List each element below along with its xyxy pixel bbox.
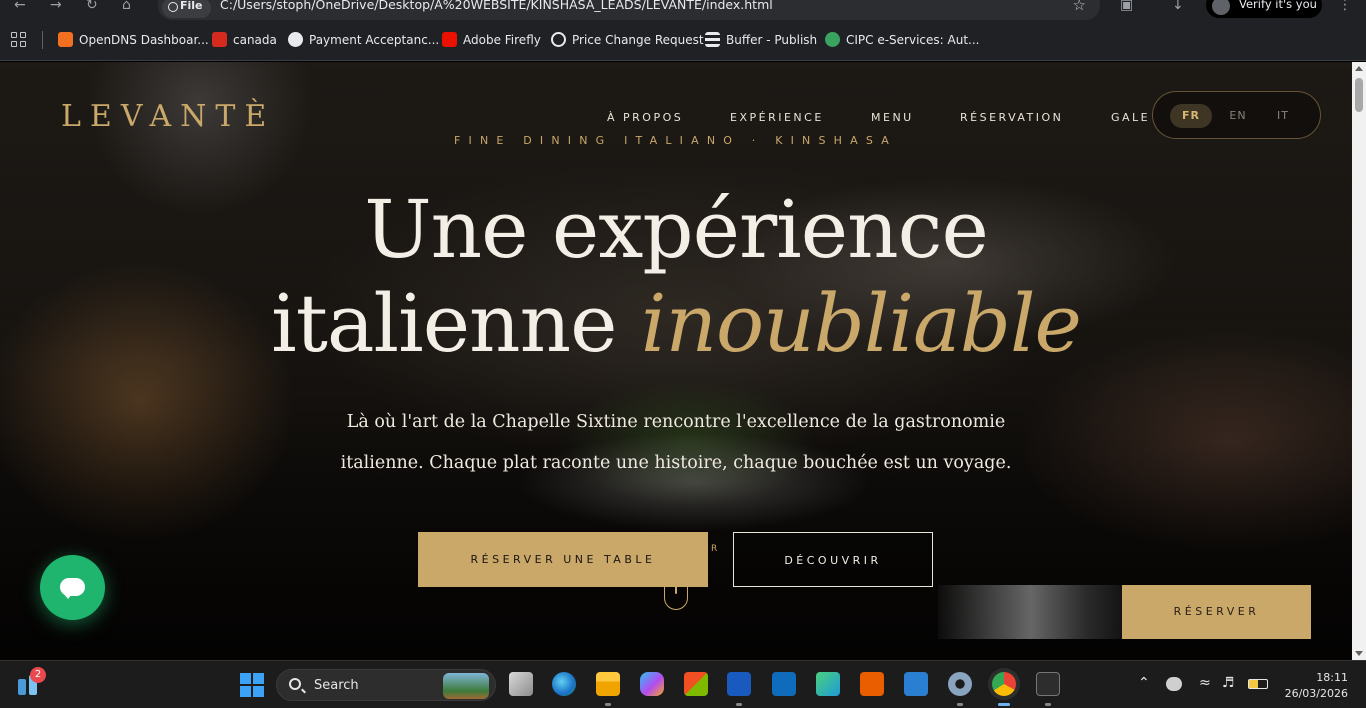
cipc-icon (825, 32, 840, 47)
adobe-firefly-icon (442, 32, 457, 47)
battery-icon[interactable] (1248, 679, 1268, 689)
bookmark-price-change[interactable]: Price Change Request (551, 32, 704, 49)
ghost-button-letter: R (711, 544, 718, 554)
bookmark-payment[interactable]: Payment Acceptanc... (288, 32, 439, 49)
page-scrollbar[interactable] (1352, 62, 1366, 660)
scroll-up-arrow-icon[interactable] (1355, 66, 1363, 71)
discover-button[interactable]: DÉCOUVRIR (733, 532, 933, 587)
profile-chip[interactable]: Verify it's you (1206, 0, 1322, 18)
forward-arrow-icon[interactable]: → (50, 0, 62, 14)
nav-link-menu[interactable]: MENU (871, 111, 914, 125)
sticky-bar-gradient (938, 585, 1124, 639)
hero-lead-line-1: Là où l'art de la Chapelle Sixtine renco… (346, 412, 1006, 432)
task-view-icon[interactable] (509, 672, 533, 696)
settings-running-indicator (957, 703, 963, 706)
file-explorer-running-indicator (605, 703, 611, 706)
nav-link-a-propos[interactable]: À PROPOS (607, 111, 683, 125)
taskbar-search-label: Search (314, 678, 359, 693)
home-icon[interactable]: ⌂ (122, 0, 131, 14)
bookmark-buffer[interactable]: Buffer - Publish (705, 32, 817, 49)
chat-bubble-icon[interactable] (40, 555, 105, 620)
bookmark-star-icon[interactable]: ☆ (1073, 0, 1086, 13)
bookmarks-separator (42, 31, 43, 49)
buffer-stack-icon (705, 32, 720, 47)
bookmark-opendns[interactable]: OpenDNS Dashboar... (58, 32, 209, 49)
remote-desktop-icon[interactable] (904, 672, 928, 696)
nav-link-galerie[interactable]: GALE (1111, 111, 1150, 125)
clock-time[interactable]: 18:11 (1310, 671, 1348, 684)
terminal-running-indicator (1045, 703, 1051, 706)
copilot-icon[interactable] (640, 672, 664, 696)
hero-title-plain: italienne (271, 277, 641, 370)
ring-icon (551, 32, 566, 47)
search-highlight-image (443, 673, 489, 699)
office-icon[interactable] (860, 672, 884, 696)
profile-avatar (1212, 0, 1230, 15)
address-bar[interactable]: File C:/Users/stoph/OneDrive/Desktop/A%2… (158, 0, 1100, 20)
nav-link-experience[interactable]: EXPÉRIENCE (730, 111, 824, 125)
microsoft-store-icon[interactable] (684, 672, 708, 696)
site-logo[interactable]: LEVANTÈ (61, 98, 275, 136)
site-info-chip[interactable]: File (162, 0, 211, 18)
onedrive-error-icon[interactable] (1166, 677, 1182, 691)
more-menu-icon[interactable]: ⋮ (1338, 0, 1352, 14)
clock-date[interactable]: 26/03/2026 (1283, 687, 1348, 700)
hero-title-accent: inoubliable (640, 277, 1082, 370)
taskbar-search[interactable]: Search (276, 669, 496, 701)
taskbar: 2 Search ⌃ ≈ ♬ 18:11 26/03/2026 (0, 660, 1366, 708)
outlook-icon[interactable] (772, 672, 796, 696)
url-text[interactable]: C:/Users/stoph/OneDrive/Desktop/A%20WEBS… (220, 0, 773, 12)
terminal-icon[interactable] (1036, 672, 1060, 696)
reserve-table-button[interactable]: RÉSERVER UNE TABLE (418, 532, 708, 587)
hero-tagline: FINE DINING ITALIANO · KINSHASA (454, 134, 897, 147)
nav-link-reservation[interactable]: RÉSERVATION (960, 111, 1063, 125)
edge-browser-icon[interactable] (552, 672, 576, 696)
search-icon (289, 678, 301, 690)
word-icon[interactable] (727, 672, 751, 696)
maple-leaf-icon (212, 32, 227, 47)
globe-icon (288, 32, 303, 47)
page-viewport: LEVANTÈ À PROPOS EXPÉRIENCE MENU RÉSERVA… (0, 62, 1352, 660)
tray-overflow-chevron-icon[interactable]: ⌃ (1138, 676, 1150, 690)
wifi-icon[interactable]: ≈ (1199, 676, 1211, 690)
widgets-badge: 2 (30, 667, 46, 683)
word-running-indicator (736, 703, 742, 706)
scroll-indicator-icon[interactable] (664, 580, 688, 610)
download-icon[interactable]: ↧ (1172, 0, 1184, 14)
chrome-icon[interactable] (992, 672, 1016, 696)
file-explorer-icon[interactable] (596, 672, 620, 696)
bookmarks-bar: OpenDNS Dashboar... canada Payment Accep… (0, 20, 1366, 61)
lang-option-en[interactable]: EN (1217, 104, 1259, 128)
sticky-reserve-button[interactable]: RÉSERVER (1122, 585, 1311, 639)
reload-icon[interactable]: ↻ (86, 0, 98, 14)
apps-grid-icon[interactable] (11, 32, 27, 48)
scrollbar-thumb[interactable] (1355, 78, 1363, 112)
hero-title-line-2: italienne inoubliable (0, 276, 1352, 372)
opendns-icon (58, 32, 73, 47)
bookmark-cipc[interactable]: CIPC e-Services: Aut... (825, 32, 979, 49)
profile-label: Verify it's you (1239, 0, 1317, 11)
hero-title-line-1: Une expérience (364, 183, 989, 276)
extensions-icon[interactable]: ▣ (1120, 0, 1133, 14)
volume-icon[interactable]: ♬ (1222, 676, 1235, 690)
hero-lead-line-2: italienne. Chaque plat raconte une histo… (340, 453, 1012, 473)
chrome-active-indicator (998, 703, 1010, 706)
scroll-down-arrow-icon[interactable] (1355, 651, 1363, 656)
back-arrow-icon[interactable]: ← (14, 0, 26, 14)
bookmark-adobe-firefly[interactable]: Adobe Firefly (442, 32, 541, 49)
windows-start-icon[interactable] (240, 673, 264, 697)
browser-toolbar: ← → ↻ ⌂ File C:/Users/stoph/OneDrive/Des… (0, 0, 1366, 20)
language-switcher: FR EN IT (1152, 91, 1321, 139)
photos-app-icon[interactable] (816, 672, 840, 696)
settings-gear-icon[interactable] (948, 672, 972, 696)
lang-option-fr[interactable]: FR (1170, 104, 1212, 128)
bookmark-canada[interactable]: canada (212, 32, 277, 49)
lang-option-it[interactable]: IT (1262, 104, 1304, 128)
